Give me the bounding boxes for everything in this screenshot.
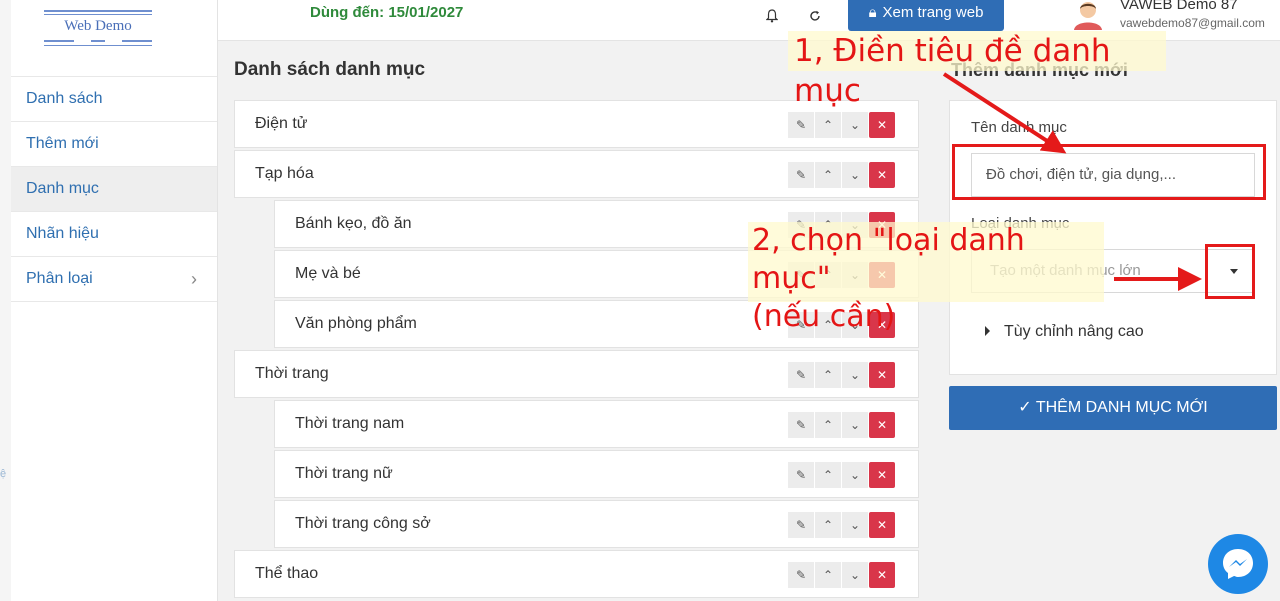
arrow-step-1 <box>942 72 1067 154</box>
annotation-arrows <box>942 72 1202 291</box>
messenger-chat-button[interactable] <box>1208 534 1268 594</box>
messenger-icon <box>1223 549 1253 579</box>
